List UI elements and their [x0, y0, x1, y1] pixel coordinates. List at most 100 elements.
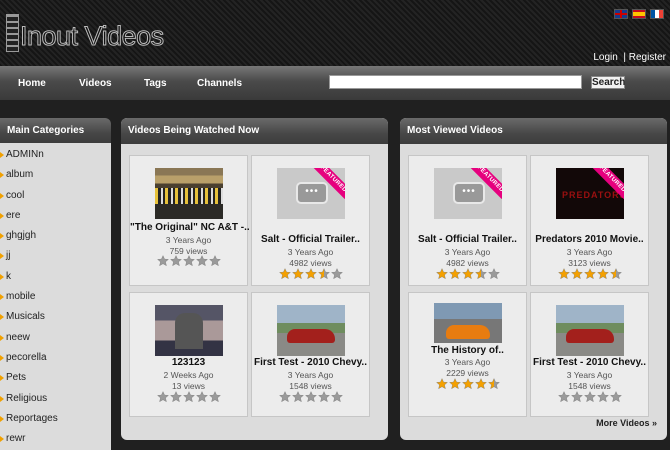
category-item[interactable]: neew	[0, 328, 111, 348]
video-card[interactable]: FEATURED Salt - Official Trailer.. 3 Yea…	[251, 155, 370, 286]
video-title[interactable]: 123123	[130, 357, 247, 368]
logo-text: Inout Videos	[20, 21, 165, 51]
star-empty-icon	[195, 255, 208, 267]
category-item[interactable]: Reportages	[0, 409, 111, 429]
video-title[interactable]: Predators 2010 Movie..	[531, 234, 648, 245]
video-views: 4982 views	[446, 258, 489, 268]
category-item[interactable]: Musicals	[0, 307, 111, 327]
video-thumbnail[interactable]	[277, 305, 345, 356]
nav-videos[interactable]: Videos	[79, 78, 112, 89]
spain-flag-icon[interactable]	[632, 9, 646, 19]
more-videos-link[interactable]: More Videos »	[596, 418, 657, 428]
video-thumbnail[interactable]: PREDATORS FEATURED	[556, 168, 624, 219]
video-views: 13 views	[171, 381, 206, 391]
login-link[interactable]: Login	[593, 52, 617, 63]
video-views: 2229 views	[446, 368, 489, 378]
video-age: 3 Years Ago	[444, 357, 491, 367]
category-item[interactable]: album	[0, 165, 111, 185]
star-empty-icon	[169, 255, 182, 267]
rating-stars	[531, 268, 648, 280]
category-item[interactable]: k	[0, 267, 111, 287]
site-logo[interactable]: Inout Videos	[6, 12, 165, 52]
rating-stars	[130, 255, 247, 267]
video-card[interactable]: The History of.. 3 Years Ago 2229 views	[408, 292, 527, 417]
video-card[interactable]: First Test - 2010 Chevy.. 3 Years Ago 15…	[530, 292, 649, 417]
video-age: 3 Years Ago	[566, 370, 613, 380]
nav-tags[interactable]: Tags	[144, 78, 167, 89]
video-title[interactable]: Salt - Official Trailer..	[409, 234, 526, 245]
category-list: ADMINn album cool ere ghgjgh jj k mobile Musical…	[0, 143, 111, 450]
watched-now-panel: Videos Being Watched Now "The Original" …	[121, 118, 388, 440]
placeholder-video-icon	[453, 182, 485, 204]
video-age: 3 Years Ago	[165, 235, 212, 245]
rating-stars	[531, 391, 648, 403]
star-empty-icon	[195, 391, 208, 403]
star-empty-icon	[208, 391, 221, 403]
video-age: 3 Years Ago	[287, 370, 334, 380]
nav-home[interactable]: Home	[18, 78, 46, 89]
star-empty-icon	[570, 391, 583, 403]
video-thumbnail[interactable]	[155, 305, 223, 356]
video-title[interactable]: First Test - 2010 Chevy..	[252, 357, 369, 368]
star-filled-icon	[570, 268, 583, 280]
category-item[interactable]: jj	[0, 246, 111, 266]
rating-stars	[130, 391, 247, 403]
video-title[interactable]: First Test - 2010 Chevy..	[531, 357, 648, 368]
star-empty-icon	[169, 391, 182, 403]
category-item[interactable]: ere	[0, 206, 111, 226]
video-thumbnail[interactable]	[155, 168, 223, 219]
star-filled-icon	[474, 378, 487, 390]
star-empty-icon	[182, 391, 195, 403]
star-filled-icon	[609, 268, 622, 280]
star-empty-icon	[304, 391, 317, 403]
watched-now-grid: "The Original" NC A&T -.. 3 Years Ago 75…	[129, 155, 370, 417]
uk-flag-icon[interactable]	[614, 9, 628, 19]
video-thumbnail[interactable]: FEATURED	[434, 168, 502, 219]
video-title[interactable]: Salt - Official Trailer..	[252, 234, 369, 245]
video-age: 3 Years Ago	[287, 247, 334, 257]
star-filled-icon	[461, 378, 474, 390]
video-card[interactable]: "The Original" NC A&T -.. 3 Years Ago 75…	[129, 155, 250, 286]
video-views: 3123 views	[568, 258, 611, 268]
search-button[interactable]: Search	[591, 76, 625, 89]
nav-channels[interactable]: Channels	[197, 78, 242, 89]
star-filled-icon	[461, 268, 474, 280]
category-item[interactable]: ADMINn	[0, 145, 111, 165]
category-item[interactable]: Religious	[0, 389, 111, 409]
video-thumbnail[interactable]	[434, 303, 502, 343]
video-age: 3 Years Ago	[444, 247, 491, 257]
category-item[interactable]: ghgjgh	[0, 226, 111, 246]
video-views: 1548 views	[289, 381, 332, 391]
star-empty-icon	[609, 391, 622, 403]
site-header: Inout Videos Login | Register	[0, 0, 670, 66]
star-filled-icon	[435, 268, 448, 280]
video-card[interactable]: FEATURED Salt - Official Trailer.. 3 Yea…	[408, 155, 527, 286]
video-card[interactable]: PREDATORS FEATURED Predators 2010 Movie.…	[530, 155, 649, 286]
video-thumbnail[interactable]: FEATURED	[277, 168, 345, 219]
category-item[interactable]: cool	[0, 186, 111, 206]
category-item[interactable]: mobile	[0, 287, 111, 307]
thumbnail-text: PREDATORS	[562, 190, 624, 200]
most-viewed-grid: FEATURED Salt - Official Trailer.. 3 Yea…	[408, 155, 649, 417]
video-title[interactable]: The History of..	[409, 345, 526, 356]
category-item[interactable]: pecorella	[0, 348, 111, 368]
star-filled-icon	[596, 268, 609, 280]
star-filled-icon	[304, 268, 317, 280]
star-filled-icon	[557, 268, 570, 280]
search-input[interactable]	[329, 75, 582, 89]
video-card[interactable]: First Test - 2010 Chevy.. 3 Years Ago 15…	[251, 292, 370, 417]
video-card[interactable]: 123123 2 Weeks Ago 13 views	[129, 292, 248, 417]
star-filled-icon	[487, 378, 500, 390]
register-link[interactable]: Register	[629, 52, 666, 63]
video-title[interactable]: "The Original" NC A&T -..	[130, 222, 250, 233]
most-viewed-panel: Most Viewed Videos FEATURED Salt - Offic…	[400, 118, 667, 440]
france-flag-icon[interactable]	[650, 9, 664, 19]
video-thumbnail[interactable]	[556, 305, 624, 356]
video-age: 2 Weeks Ago	[163, 370, 214, 380]
rating-stars	[252, 391, 369, 403]
star-empty-icon	[330, 391, 343, 403]
star-filled-icon	[448, 378, 461, 390]
category-item[interactable]: Pets	[0, 368, 111, 388]
star-empty-icon	[156, 255, 169, 267]
category-item[interactable]: rewr	[0, 429, 111, 449]
